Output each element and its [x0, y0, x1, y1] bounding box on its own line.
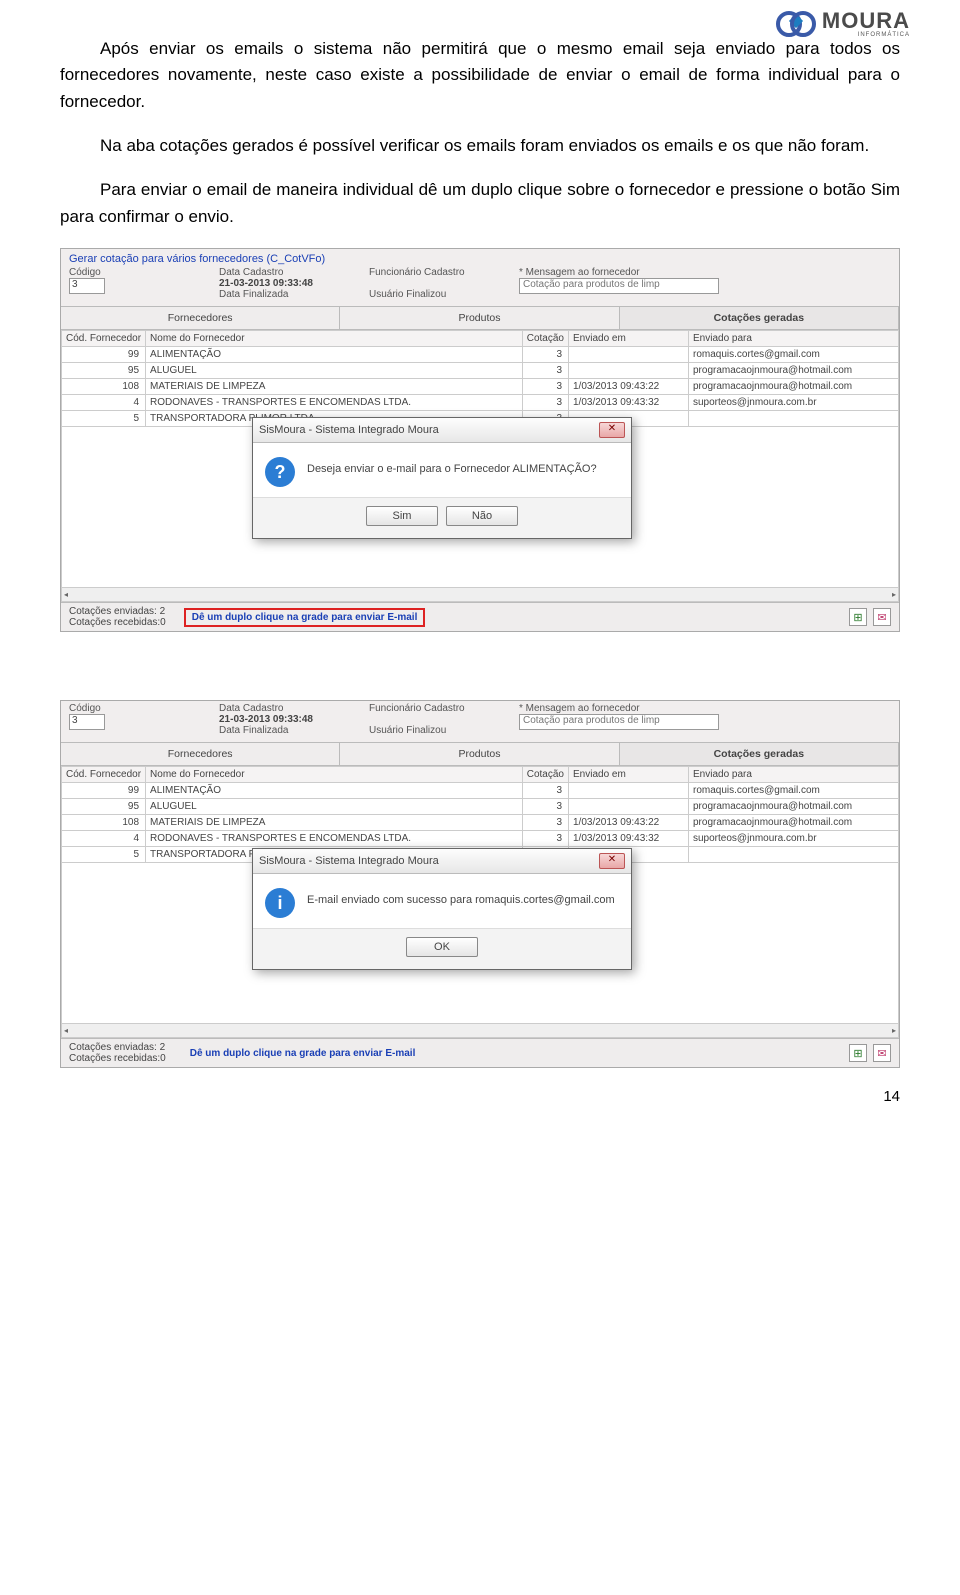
func-value: [369, 278, 499, 289]
hint-duplo-clique-2: Dê um duplo clique na grade para enviar …: [184, 1046, 422, 1061]
tab-fornecedores-2[interactable]: Fornecedores: [61, 743, 340, 765]
dialog-title: SisMoura - Sistema Integrado Moura: [259, 424, 439, 436]
hint-duplo-clique: Dê um duplo clique na grade para enviar …: [184, 608, 426, 627]
paragraph-3: Para enviar o email de maneira individua…: [60, 177, 900, 230]
userfin-label-2: Usuário Finalizou: [369, 725, 499, 736]
msg-input[interactable]: Cotação para produtos de limp: [519, 278, 719, 294]
datacad-label-2: Data Cadastro: [219, 703, 349, 714]
table-row[interactable]: 99ALIMENTAÇÃO3romaquis.cortes@gmail.com: [62, 783, 899, 799]
msg-label: * Mensagem ao fornecedor: [519, 267, 891, 278]
cot-enviadas-label: Cotações enviadas:: [69, 606, 157, 617]
brand-logo: MOURA INFORMÁTICA: [776, 8, 910, 38]
horizontal-scrollbar-2[interactable]: ◂▸: [61, 1023, 899, 1038]
codigo-label: Código: [69, 267, 199, 278]
tab-cotacoes[interactable]: Cotações geradas: [620, 307, 899, 329]
tab-fornecedores[interactable]: Fornecedores: [61, 307, 340, 329]
table-row[interactable]: 99ALIMENTAÇÃO3romaquis.cortes@gmail.com: [62, 347, 899, 363]
close-icon-2[interactable]: ✕: [599, 853, 625, 869]
codigo-input[interactable]: 3: [69, 278, 105, 294]
grid-empty-area: SisMoura - Sistema Integrado Moura ✕ ? D…: [61, 427, 899, 587]
dialog-message: Deseja enviar o e-mail para o Fornecedor…: [307, 457, 597, 475]
ok-button[interactable]: OK: [406, 937, 478, 957]
table-row[interactable]: 108MATERIAIS DE LIMPEZA31/03/2013 09:43:…: [62, 379, 899, 395]
tab-produtos-2[interactable]: Produtos: [340, 743, 619, 765]
table-row[interactable]: 95ALUGUEL3programacaojnmoura@hotmail.com: [62, 799, 899, 815]
sim-button[interactable]: Sim: [366, 506, 438, 526]
col-cot: Cotação: [522, 331, 568, 347]
nao-button[interactable]: Não: [446, 506, 518, 526]
excel-icon[interactable]: ⊞: [849, 608, 867, 626]
email-icon[interactable]: ✉: [873, 608, 891, 626]
table-row[interactable]: 95ALUGUEL3programacaojnmoura@hotmail.com: [62, 363, 899, 379]
logo-icon: [776, 11, 816, 35]
cot-recebidas-value: 0: [160, 617, 166, 628]
excel-icon-2[interactable]: ⊞: [849, 1044, 867, 1062]
func-label: Funcionário Cadastro: [369, 267, 499, 278]
paragraph-2: Na aba cotações gerados é possível verif…: [60, 133, 900, 159]
col-enviado-em: Enviado em: [569, 331, 689, 347]
groupbox-title: Gerar cotação para vários fornecedores (…: [61, 249, 899, 265]
col-cod: Cód. Fornecedor: [62, 331, 146, 347]
grid-cotacoes[interactable]: Cód. Fornecedor Nome do Fornecedor Cotaç…: [61, 330, 899, 427]
info-icon: i: [265, 888, 295, 918]
datacad-value-2: 21-03-2013 09:33:48: [219, 714, 349, 725]
codigo-label-2: Código: [69, 703, 199, 714]
codigo-input-2[interactable]: 3: [69, 714, 105, 730]
msg-label-2: * Mensagem ao fornecedor: [519, 703, 891, 714]
horizontal-scrollbar[interactable]: ◂▸: [61, 587, 899, 602]
table-row[interactable]: 4RODONAVES - TRANSPORTES E ENCOMENDAS LT…: [62, 395, 899, 411]
screenshot-1: Gerar cotação para vários fornecedores (…: [60, 248, 900, 632]
datacad-label: Data Cadastro: [219, 267, 349, 278]
tab-produtos[interactable]: Produtos: [340, 307, 619, 329]
msg-input-2[interactable]: Cotação para produtos de limp: [519, 714, 719, 730]
question-icon: ?: [265, 457, 295, 487]
datafin-label-2: Data Finalizada: [219, 725, 349, 736]
close-icon[interactable]: ✕: [599, 422, 625, 438]
cot-enviadas-value: 2: [160, 606, 166, 617]
datafin-label: Data Finalizada: [219, 289, 349, 300]
func-label-2: Funcionário Cadastro: [369, 703, 499, 714]
cot-recebidas-label: Cotações recebidas:: [69, 617, 160, 628]
col-nome: Nome do Fornecedor: [146, 331, 523, 347]
dialog-message-2: E-mail enviado com sucesso para romaquis…: [307, 888, 615, 906]
dialog-title-2: SisMoura - Sistema Integrado Moura: [259, 855, 439, 867]
table-row[interactable]: 4RODONAVES - TRANSPORTES E ENCOMENDAS LT…: [62, 831, 899, 847]
page-number: 14: [0, 1068, 960, 1105]
screenshot-2: Código 3 Data Cadastro 21-03-2013 09:33:…: [60, 700, 900, 1068]
paragraph-1: Após enviar os emails o sistema não perm…: [60, 36, 900, 115]
grid-empty-area-2: SisMoura - Sistema Integrado Moura ✕ i E…: [61, 863, 899, 1023]
tab-cotacoes-2[interactable]: Cotações geradas: [620, 743, 899, 765]
col-enviado-para: Enviado para: [689, 331, 899, 347]
datacad-value: 21-03-2013 09:33:48: [219, 278, 349, 289]
userfin-label: Usuário Finalizou: [369, 289, 499, 300]
logo-text: MOURA: [822, 8, 910, 33]
email-icon-2[interactable]: ✉: [873, 1044, 891, 1062]
dialog-confirm-email: SisMoura - Sistema Integrado Moura ✕ ? D…: [252, 417, 632, 539]
dialog-success-email: SisMoura - Sistema Integrado Moura ✕ i E…: [252, 848, 632, 970]
table-row[interactable]: 108MATERIAIS DE LIMPEZA31/03/2013 09:43:…: [62, 815, 899, 831]
